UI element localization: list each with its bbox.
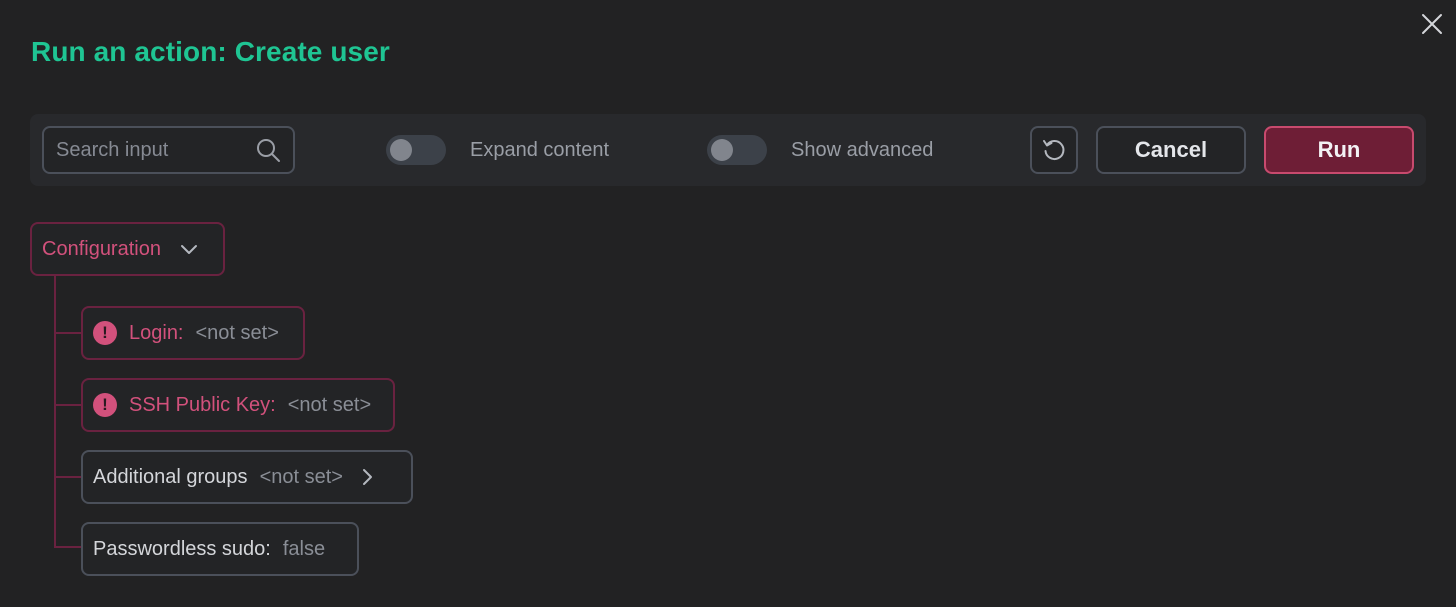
item-label: Login: (129, 321, 184, 344)
show-advanced-toggle-group: Show advanced (707, 132, 933, 168)
configuration-group[interactable]: Configuration (30, 222, 225, 276)
toggle-knob (390, 139, 412, 161)
tree-branch (54, 404, 82, 406)
expand-content-toggle[interactable] (386, 135, 446, 165)
cancel-button[interactable]: Cancel (1096, 126, 1246, 174)
tree-item-login[interactable]: ! Login: <not set> (81, 306, 305, 360)
item-label: SSH Public Key: (129, 393, 276, 416)
tree-connector (54, 275, 56, 548)
tree-branch (54, 476, 82, 478)
error-icon: ! (93, 321, 117, 345)
item-label: Passwordless sudo: (93, 537, 271, 560)
close-button[interactable] (1418, 10, 1446, 38)
item-value: false (282, 537, 326, 560)
run-action-dialog: Run an action: Create user Expand conten… (0, 0, 1456, 607)
search-input[interactable] (56, 138, 255, 162)
tree-branch (54, 546, 82, 548)
search-icon[interactable] (255, 137, 281, 163)
item-value: <not set> (195, 321, 279, 344)
chevron-down-icon[interactable] (179, 239, 199, 259)
tree-branch (54, 332, 82, 334)
close-icon (1422, 14, 1442, 34)
chevron-right-icon[interactable] (357, 467, 377, 487)
group-label: Configuration (42, 237, 161, 260)
tree-item-additional-groups[interactable]: Additional groups <not set> (81, 450, 413, 504)
dialog-title: Run an action: Create user (31, 36, 390, 67)
item-label: Additional groups (93, 465, 248, 488)
tree-item-passwordless-sudo[interactable]: Passwordless sudo: false (81, 522, 359, 576)
item-value: <not set> (287, 393, 372, 416)
tree-item-ssh-public-key[interactable]: ! SSH Public Key: <not set> (81, 378, 395, 432)
show-advanced-toggle[interactable] (707, 135, 767, 165)
run-button[interactable]: Run (1264, 126, 1414, 174)
refresh-icon (1043, 140, 1065, 160)
toggle-knob (711, 139, 733, 161)
toolbar: Expand content Show advanced Cancel Run (30, 114, 1426, 186)
reset-button[interactable] (1030, 126, 1078, 174)
item-value: <not set> (259, 465, 343, 488)
error-icon: ! (93, 393, 117, 417)
expand-content-toggle-group: Expand content (386, 132, 609, 168)
expand-content-label: Expand content (470, 138, 609, 161)
search-box (42, 126, 295, 174)
show-advanced-label: Show advanced (791, 138, 934, 161)
